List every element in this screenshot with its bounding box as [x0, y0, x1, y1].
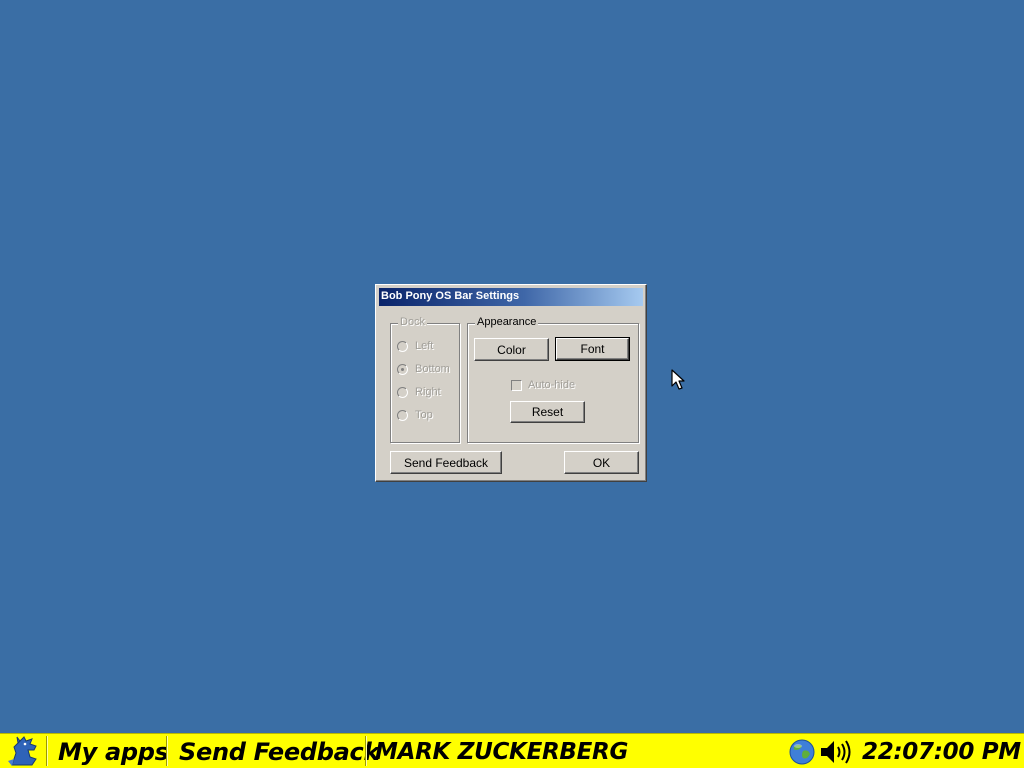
radio-right[interactable]	[397, 386, 408, 398]
desktop: Bob Pony OS Bar Settings Dock Left Botto…	[0, 0, 1024, 733]
dialog-titlebar[interactable]: Bob Pony OS Bar Settings	[379, 288, 643, 306]
pony-logo-icon[interactable]	[6, 735, 44, 768]
taskbar-separator	[166, 736, 167, 766]
clock[interactable]: 22:07:00 PM	[862, 737, 1021, 767]
autohide-option[interactable]: Auto-hide	[511, 379, 575, 391]
dock-option-right[interactable]: Right	[397, 385, 441, 399]
autohide-checkbox[interactable]	[511, 379, 522, 391]
autohide-label: Auto-hide	[528, 379, 576, 391]
dock-option-top[interactable]: Top	[397, 408, 433, 422]
color-button[interactable]: Color	[474, 338, 549, 361]
dock-option-left-label: Left	[415, 340, 434, 352]
dock-group: Dock Left Bottom Right Top	[390, 316, 460, 443]
taskbar: My apps Send Feedback MARK ZUCKERBERG 22…	[0, 733, 1024, 768]
appearance-group-label: Appearance	[475, 316, 539, 328]
radio-left[interactable]	[397, 340, 408, 352]
my-apps-button[interactable]: My apps	[58, 737, 169, 767]
ok-button[interactable]: OK	[564, 451, 639, 474]
taskbar-separator	[46, 736, 47, 766]
settings-dialog: Bob Pony OS Bar Settings Dock Left Botto…	[375, 284, 647, 482]
radio-top[interactable]	[397, 409, 408, 421]
dock-option-top-label: Top	[415, 409, 433, 421]
taskbar-separator	[365, 736, 366, 766]
dialog-title: Bob Pony OS Bar Settings	[381, 290, 520, 302]
user-name[interactable]: MARK ZUCKERBERG	[375, 737, 628, 767]
dock-option-left[interactable]: Left	[397, 339, 433, 353]
dock-option-bottom[interactable]: Bottom	[397, 362, 450, 376]
send-feedback-button[interactable]: Send Feedback	[390, 451, 502, 474]
reset-button[interactable]: Reset	[510, 401, 585, 423]
taskbar-send-feedback-button[interactable]: Send Feedback	[179, 737, 379, 767]
dock-group-label: Dock	[398, 316, 428, 328]
globe-icon[interactable]	[788, 738, 816, 766]
dock-option-right-label: Right	[415, 386, 441, 398]
dock-option-bottom-label: Bottom	[415, 363, 450, 375]
radio-bottom[interactable]	[397, 363, 408, 375]
mouse-cursor-icon	[671, 369, 685, 390]
volume-icon[interactable]	[818, 738, 854, 766]
font-button[interactable]: Font	[555, 337, 630, 361]
